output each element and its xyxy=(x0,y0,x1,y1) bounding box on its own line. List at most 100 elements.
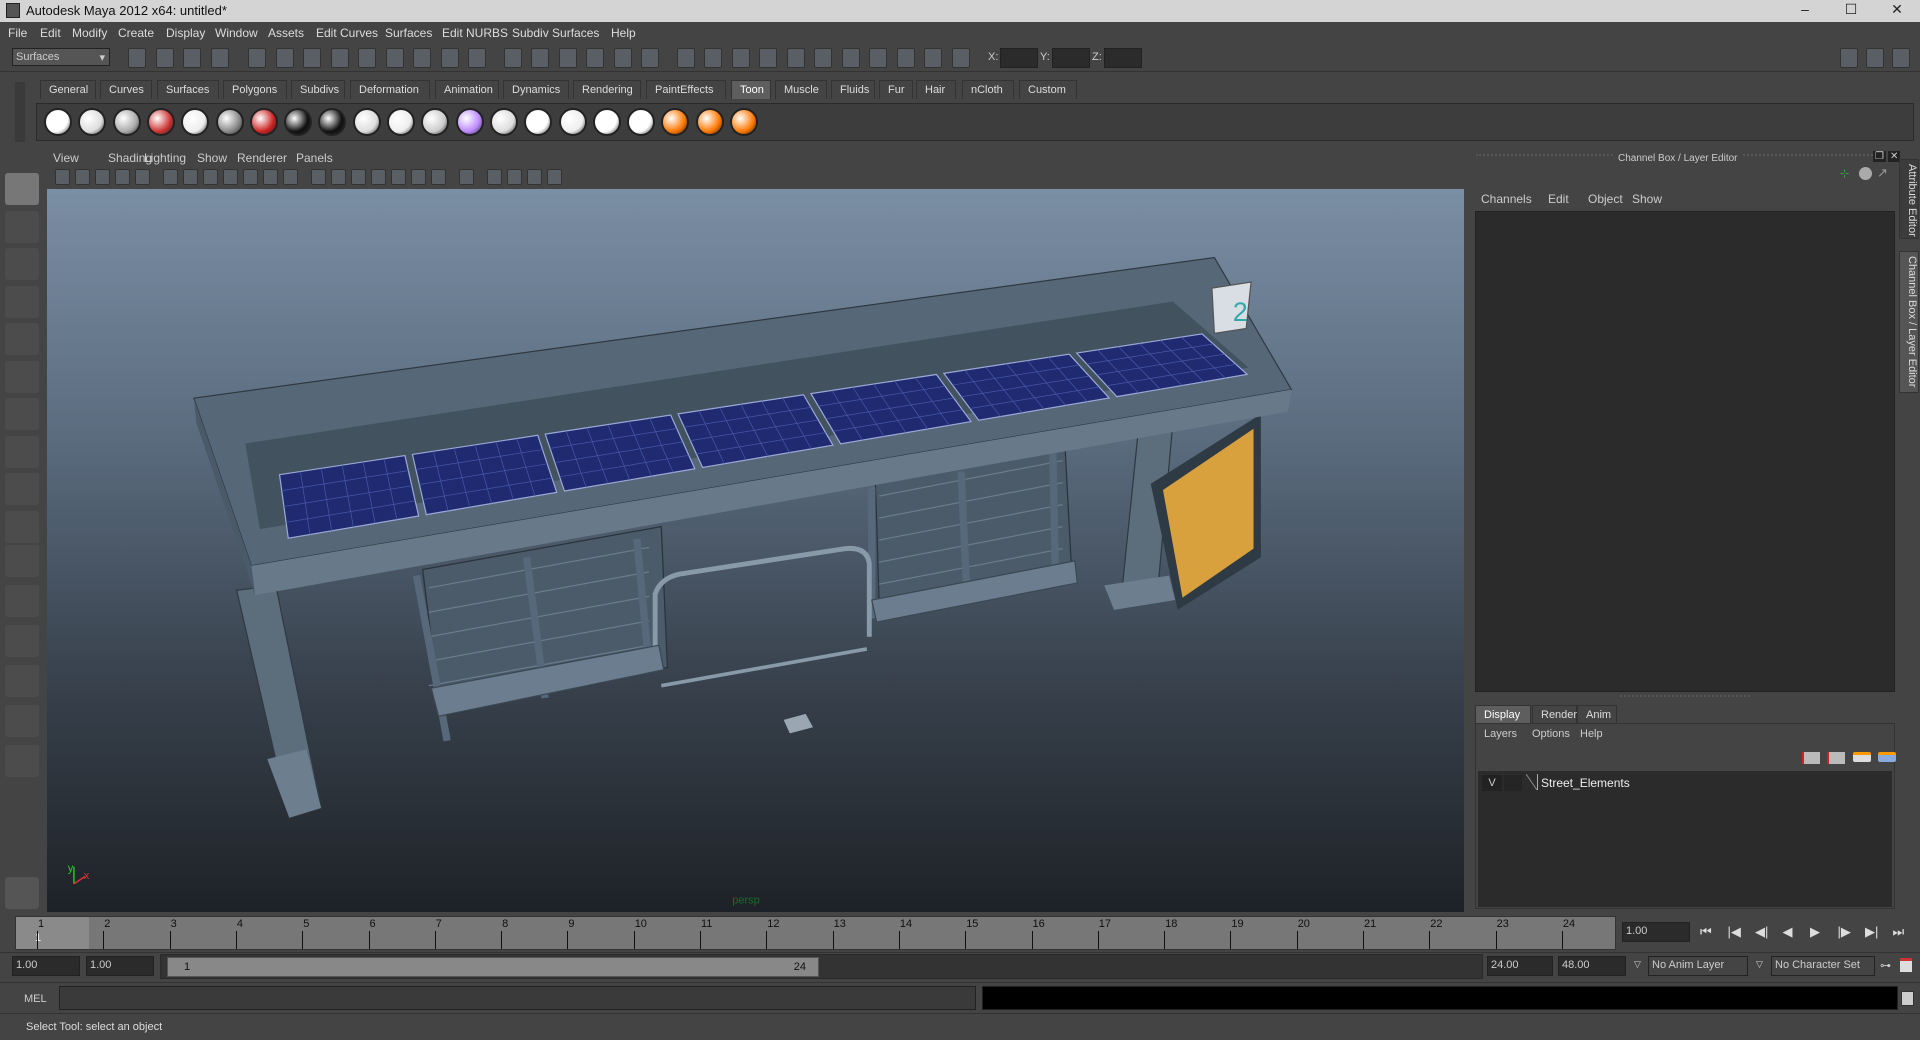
playback-play-forward-button[interactable]: ▶ xyxy=(1810,924,1820,940)
layout-hypershade-icon[interactable] xyxy=(5,705,39,737)
toon-shelf-icon[interactable] xyxy=(730,108,758,136)
status-tool-icon[interactable] xyxy=(869,48,887,68)
panel-toolbar-icon[interactable] xyxy=(431,169,446,185)
panel-toolbar-icon[interactable] xyxy=(411,169,426,185)
panel-toolbar-icon[interactable] xyxy=(115,169,130,185)
panel-toolbar-icon[interactable] xyxy=(371,169,386,185)
toon-shelf-icon[interactable] xyxy=(695,108,724,136)
menu-help[interactable]: Help xyxy=(611,26,636,40)
playback-step-back-key-button[interactable]: |◀ xyxy=(1728,924,1741,940)
shelf-tab-fur[interactable]: Fur xyxy=(879,80,913,99)
playback-start-field[interactable]: 1.00 xyxy=(86,956,154,976)
panel-toolbar-icon[interactable] xyxy=(283,169,298,185)
status-tool-icon[interactable] xyxy=(275,48,294,68)
layer-name[interactable]: Street_Elements xyxy=(1541,776,1630,790)
status-tool-icon[interactable] xyxy=(210,48,229,68)
toon-shelf-icon[interactable] xyxy=(489,108,518,136)
playback-go-start-button[interactable]: ⏮ xyxy=(1700,924,1712,940)
menu-edit-curves[interactable]: Edit Curves xyxy=(316,26,378,40)
menu-file[interactable]: File xyxy=(8,26,27,40)
status-tool-icon[interactable] xyxy=(841,48,860,68)
layout-outliner-icon[interactable] xyxy=(5,625,39,657)
menu-modify[interactable]: Modify xyxy=(72,26,107,40)
toon-shelf-icon[interactable] xyxy=(44,108,72,136)
channel-menu-object[interactable]: Object xyxy=(1588,192,1623,206)
preferences-icon[interactable] xyxy=(1900,958,1912,972)
menu-surfaces[interactable]: Surfaces xyxy=(385,26,432,40)
toon-shelf-icon[interactable] xyxy=(524,108,553,136)
y-field[interactable] xyxy=(1052,48,1090,68)
show-tool-settings-icon[interactable] xyxy=(1866,48,1884,68)
universal-manipulator-icon[interactable] xyxy=(5,398,39,430)
status-tool-icon[interactable] xyxy=(385,48,404,68)
channel-menu-show[interactable]: Show xyxy=(1632,192,1662,206)
layer-tab-render[interactable]: Render xyxy=(1532,705,1577,724)
shelf-tab-curves[interactable]: Curves xyxy=(100,80,152,99)
script-editor-icon[interactable] xyxy=(1901,991,1914,1006)
persp-viewport[interactable]: 2 persp y x xyxy=(47,189,1464,912)
shelf-tab-fluids[interactable]: Fluids xyxy=(831,80,875,99)
panel-menu-show[interactable]: Show xyxy=(197,151,227,165)
layer-tab-anim[interactable]: Anim xyxy=(1577,705,1617,724)
status-tool-icon[interactable] xyxy=(759,48,777,68)
toon-shelf-icon[interactable] xyxy=(455,108,484,136)
menu-assets[interactable]: Assets xyxy=(268,26,304,40)
key-icon[interactable]: ⊶ xyxy=(1880,959,1891,972)
status-tool-icon[interactable] xyxy=(503,48,522,68)
minimize-button[interactable]: – xyxy=(1790,1,1820,17)
rotate-tool-icon[interactable] xyxy=(5,323,39,355)
animation-end-field[interactable]: 48.00 xyxy=(1558,956,1626,976)
character-set-dropdown[interactable]: No Character Set xyxy=(1771,956,1875,976)
select-tool-icon[interactable] xyxy=(5,173,39,205)
panel-toolbar-icon[interactable] xyxy=(507,169,522,185)
status-tool-icon[interactable] xyxy=(786,48,805,68)
mode-dropdown[interactable]: Surfaces ▾ xyxy=(12,48,110,66)
panel-toolbar-icon[interactable] xyxy=(135,169,150,185)
move-layer-down-icon[interactable] xyxy=(1827,752,1845,764)
panel-toolbar-icon[interactable] xyxy=(163,169,178,185)
side-tab-attribute-editor[interactable]: Attribute Editor xyxy=(1899,159,1919,239)
status-tool-icon[interactable] xyxy=(704,48,722,68)
panel-toolbar-icon[interactable] xyxy=(459,169,474,185)
layer-menu-help[interactable]: Help xyxy=(1580,728,1603,740)
status-tool-icon[interactable] xyxy=(248,48,266,68)
command-input[interactable] xyxy=(59,986,976,1010)
shelf-tab-painteffects[interactable]: PaintEffects xyxy=(646,80,726,99)
shelf-tab-hair[interactable]: Hair xyxy=(916,80,956,99)
last-tool-icon[interactable] xyxy=(5,510,39,543)
panel-toolbar-icon[interactable] xyxy=(527,169,542,185)
new-empty-layer-icon[interactable] xyxy=(1853,752,1871,762)
status-tool-icon[interactable] xyxy=(440,48,459,68)
toon-shelf-icon[interactable] xyxy=(112,108,141,136)
lasso-tool-icon[interactable] xyxy=(5,210,39,243)
panel-toolbar-icon[interactable] xyxy=(223,169,238,185)
paint-select-tool-icon[interactable] xyxy=(5,248,39,280)
toon-shelf-icon[interactable] xyxy=(215,108,244,136)
panel-toolbar-icon[interactable] xyxy=(547,169,562,185)
playback-end-field[interactable]: 24.00 xyxy=(1487,956,1553,976)
toon-shelf-icon[interactable] xyxy=(387,108,415,136)
show-manipulator-icon[interactable] xyxy=(5,473,39,505)
playback-step-fwd-button[interactable]: |▶ xyxy=(1838,924,1851,940)
layer-menu-options[interactable]: Options xyxy=(1532,728,1570,740)
menu-create[interactable]: Create xyxy=(118,26,154,40)
toon-shelf-icon[interactable] xyxy=(146,108,175,136)
shelf-tab-deformation[interactable]: Deformation xyxy=(350,80,430,99)
scale-tool-icon[interactable] xyxy=(5,360,39,393)
panel-toolbar-icon[interactable] xyxy=(183,169,198,185)
layer-tab-display[interactable]: Display xyxy=(1475,705,1531,724)
panel-toolbar-icon[interactable] xyxy=(311,169,326,185)
menu-display[interactable]: Display xyxy=(166,26,205,40)
menu-subdiv-surfaces[interactable]: Subdiv Surfaces xyxy=(512,26,599,40)
panel-toolbar-icon[interactable] xyxy=(203,169,218,185)
channel-menu-channels[interactable]: Channels xyxy=(1481,192,1532,206)
status-tool-icon[interactable] xyxy=(303,48,321,68)
playback-go-end-button[interactable]: ⏭ xyxy=(1893,924,1905,940)
status-tool-icon[interactable] xyxy=(641,48,659,68)
toon-shelf-icon[interactable] xyxy=(627,108,656,136)
status-tool-icon[interactable] xyxy=(814,48,832,68)
maximize-button[interactable]: ☐ xyxy=(1836,1,1866,18)
close-button[interactable]: ✕ xyxy=(1882,1,1912,18)
move-layer-up-icon[interactable] xyxy=(1802,752,1820,764)
panel-menu-view[interactable]: View xyxy=(53,151,79,165)
